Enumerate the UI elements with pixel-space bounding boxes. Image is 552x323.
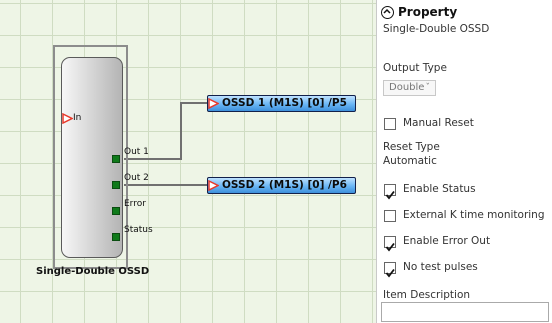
- no-test-pulses-label: No test pulses: [403, 261, 478, 273]
- output-type-value: Double: [389, 82, 425, 93]
- collapse-chevron-icon[interactable]: [381, 6, 394, 19]
- port-error[interactable]: [112, 207, 120, 215]
- input-label: In: [73, 113, 82, 123]
- property-panel: Property Single-Double OSSD Output Type …: [377, 0, 552, 323]
- port-out1[interactable]: [112, 155, 120, 163]
- port-label-status: Status: [124, 225, 153, 235]
- output-arrow-icon: [208, 98, 219, 109]
- checkmark-icon: [385, 268, 395, 278]
- manual-reset-checkbox[interactable]: [384, 118, 396, 130]
- output-node-ossd2[interactable]: OSSD 2 (M1S) [0] /P6: [207, 177, 356, 194]
- diagram-canvas[interactable]: In Out 1 Out 2 Error Status Single-Doubl…: [0, 0, 377, 323]
- external-k-time-checkbox[interactable]: [384, 210, 396, 222]
- reset-type-value: Automatic: [383, 155, 437, 167]
- reset-type-label: Reset Type: [383, 141, 440, 153]
- block-title: Single-Double OSSD: [36, 266, 150, 277]
- port-status[interactable]: [112, 233, 120, 241]
- item-description-label: Item Description: [383, 289, 471, 301]
- enable-error-out-checkbox[interactable]: [384, 236, 396, 252]
- port-out2[interactable]: [112, 181, 120, 189]
- output-node-ossd1[interactable]: OSSD 1 (M1S) [0] /P5: [207, 95, 356, 112]
- no-test-pulses-checkbox[interactable]: [384, 262, 396, 278]
- external-k-time-label: External K time monitoring: [403, 209, 545, 221]
- enable-status-label: Enable Status: [403, 183, 476, 195]
- port-label-error: Error: [124, 199, 146, 209]
- output-node-label: OSSD 1 (M1S) [0] /P5: [222, 97, 347, 109]
- output-node-label: OSSD 2 (M1S) [0] /P6: [222, 179, 347, 191]
- output-type-label: Output Type: [383, 62, 447, 74]
- panel-subtitle: Single-Double OSSD: [383, 23, 490, 35]
- item-description-input[interactable]: [381, 302, 549, 322]
- port-label-out2: Out 2: [124, 173, 149, 183]
- enable-error-out-label: Enable Error Out: [403, 235, 491, 247]
- port-label-out1: Out 1: [124, 147, 149, 157]
- output-arrow-icon: [208, 180, 219, 191]
- checkmark-icon: [385, 190, 395, 200]
- enable-status-checkbox[interactable]: [384, 184, 396, 200]
- input-arrow-icon[interactable]: [62, 113, 73, 124]
- output-type-select[interactable]: Double ˇ: [383, 80, 436, 96]
- checkmark-icon: [385, 242, 395, 252]
- panel-header[interactable]: Property: [381, 5, 457, 19]
- panel-title: Property: [398, 5, 458, 19]
- manual-reset-label: Manual Reset: [403, 117, 474, 129]
- chevron-down-icon: ˇ: [425, 83, 431, 93]
